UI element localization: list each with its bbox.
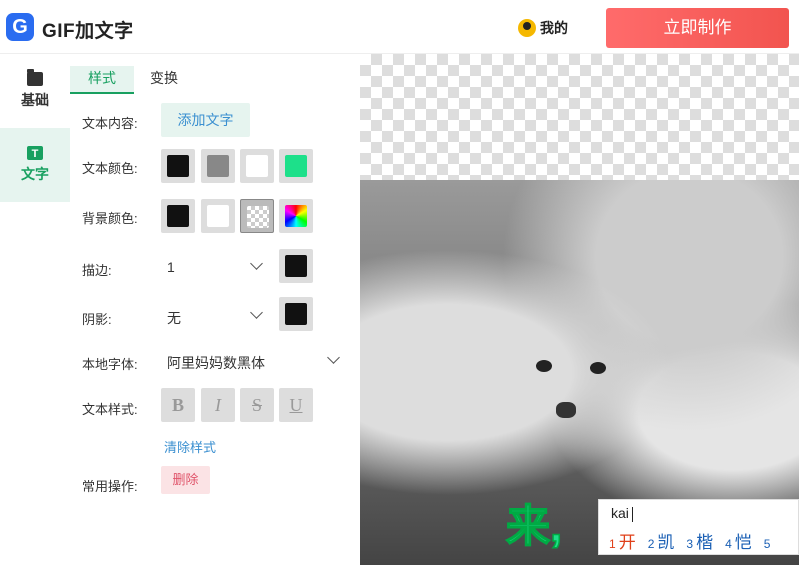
ime-candidate[interactable]: 5: [764, 533, 774, 552]
text-color-label: 文本颜色:: [82, 161, 138, 176]
dog-nose: [556, 402, 576, 418]
delete-button[interactable]: 删除: [161, 466, 210, 494]
stroke-select[interactable]: 1: [167, 259, 175, 275]
dog-eye: [536, 360, 552, 372]
bg-color-white[interactable]: [201, 199, 235, 233]
sidebar-item-label: 基础: [21, 92, 49, 108]
user-avatar-icon: [518, 19, 536, 37]
sidebar-item-text[interactable]: T 文字: [0, 128, 70, 202]
app-logo: G: [6, 13, 34, 41]
font-select[interactable]: 阿里妈妈数黑体: [167, 353, 265, 373]
strikethrough-button[interactable]: S: [240, 388, 274, 422]
folder-icon: [27, 69, 43, 86]
sidebar-item-basic[interactable]: 基础: [0, 54, 70, 128]
sidebar-item-label: 文字: [21, 166, 49, 182]
text-color-gray[interactable]: [201, 149, 235, 183]
actions-label: 常用操作:: [82, 479, 138, 494]
text-color-white[interactable]: [240, 149, 274, 183]
ime-candidate[interactable]: 4恺: [725, 533, 752, 552]
text-style-label: 文本样式:: [82, 402, 138, 417]
chevron-down-icon[interactable]: [250, 306, 263, 319]
style-panel: 样式 变换 文本内容: 添加文字 文本颜色: 背景颜色: 描边: 1 阴影: 无…: [70, 54, 360, 565]
dog-eye: [590, 362, 606, 374]
bg-color-custom[interactable]: [279, 199, 313, 233]
preview-canvas[interactable]: 来,: [360, 54, 799, 565]
bg-color-transparent[interactable]: [240, 199, 274, 233]
font-label: 本地字体:: [82, 357, 138, 372]
ime-candidate-window: kai 1开 2凯 3楷 4恺 5: [598, 499, 799, 555]
bg-color-label: 背景颜色:: [82, 211, 138, 226]
text-color-green[interactable]: [279, 149, 313, 183]
text-color-black[interactable]: [161, 149, 195, 183]
ime-candidate[interactable]: 2凯: [648, 533, 675, 552]
chevron-down-icon[interactable]: [327, 351, 340, 364]
shadow-color[interactable]: [279, 297, 313, 331]
chevron-down-icon[interactable]: [250, 257, 263, 270]
text-icon: T: [27, 146, 43, 160]
ime-candidate-list: 1开 2凯 3楷 4恺 5: [609, 528, 785, 553]
app-title: GIF加文字: [42, 21, 134, 42]
clear-style-link[interactable]: 清除样式: [164, 437, 216, 456]
text-content-label: 文本内容:: [82, 116, 138, 131]
caption-text-layer[interactable]: 来,: [505, 490, 563, 554]
add-text-button[interactable]: 添加文字: [161, 103, 250, 137]
user-label: 我的: [540, 20, 568, 36]
ime-composition: kai: [611, 505, 633, 522]
sidebar: 基础 T 文字: [0, 54, 70, 565]
tab-style[interactable]: 样式: [70, 66, 134, 94]
ime-candidate[interactable]: 1开: [609, 533, 636, 552]
user-menu[interactable]: 我的: [518, 18, 568, 38]
bg-color-black[interactable]: [161, 199, 195, 233]
bold-button[interactable]: B: [161, 388, 195, 422]
stroke-label: 描边:: [82, 263, 112, 278]
stroke-color[interactable]: [279, 249, 313, 283]
italic-button[interactable]: I: [201, 388, 235, 422]
shadow-select[interactable]: 无: [167, 308, 181, 328]
top-bar: G GIF加文字 我的 立即制作: [0, 0, 799, 54]
shadow-label: 阴影:: [82, 312, 112, 327]
tab-transform[interactable]: 变换: [150, 66, 178, 90]
ime-candidate[interactable]: 3楷: [686, 533, 713, 552]
make-now-button[interactable]: 立即制作: [606, 8, 789, 48]
underline-button[interactable]: U: [279, 388, 313, 422]
